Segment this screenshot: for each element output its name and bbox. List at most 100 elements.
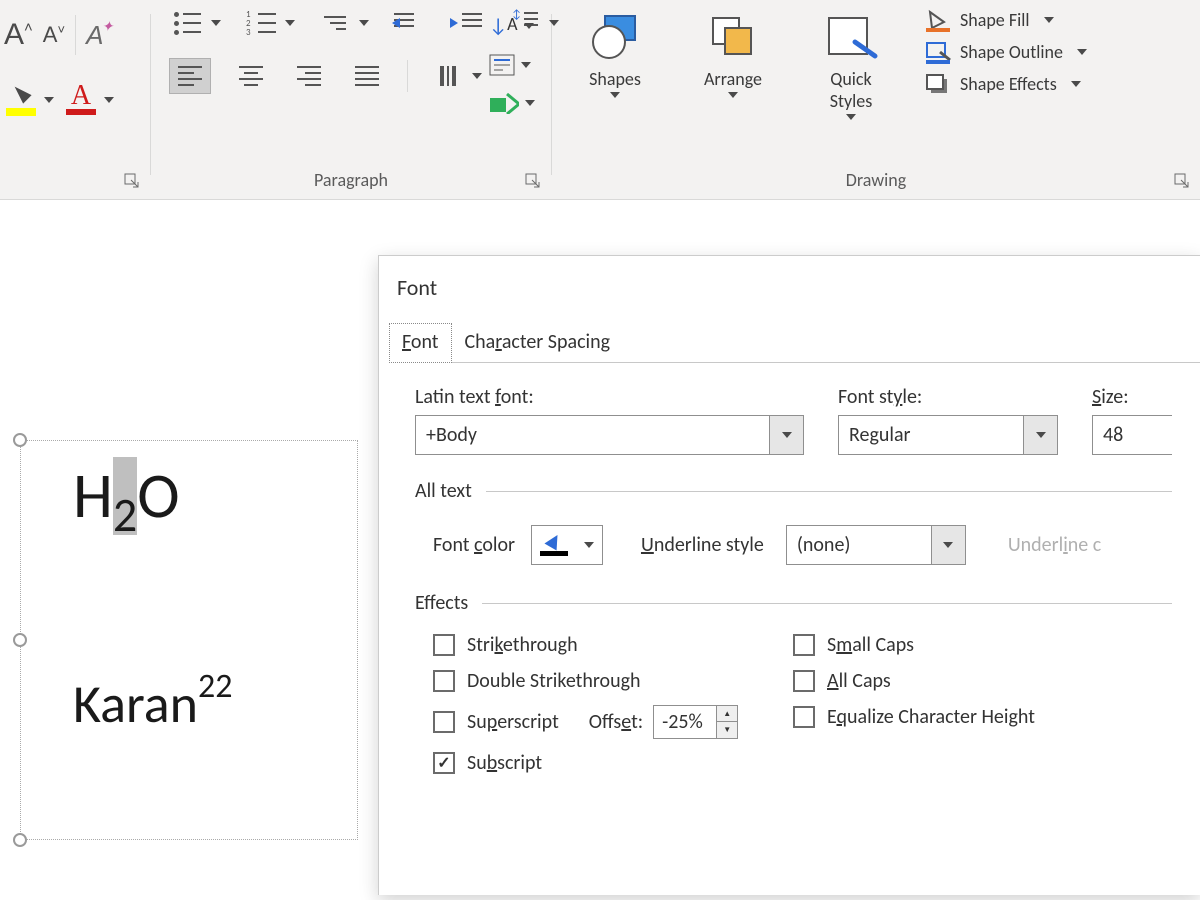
font-style-combo[interactable]: Regular [838, 415, 1058, 455]
shape-fill-icon [924, 8, 952, 32]
superscript-checkbox[interactable]: Superscript Offset: -25% ▲▼ [433, 705, 793, 739]
effects-label: Effects [415, 591, 468, 615]
offset-value: -25% [654, 706, 716, 738]
text-direction-button[interactable]: ↓A [489, 14, 535, 38]
chevron-down-icon [1044, 17, 1054, 23]
slide-text-h2o[interactable]: H2O [73, 457, 180, 535]
text-box[interactable]: H2O Karan22 [20, 440, 358, 840]
all-caps-checkbox[interactable]: All Caps [793, 669, 1035, 693]
shape-outline-button[interactable]: Shape Outline [924, 40, 1087, 64]
chevron-down-icon [211, 20, 221, 26]
clear-formatting-button[interactable]: A✦ [86, 20, 103, 51]
resize-handle[interactable] [13, 833, 27, 847]
chevron-down-icon [104, 97, 114, 103]
resize-handle[interactable] [13, 433, 27, 447]
chevron-down-icon [524, 23, 534, 29]
subscript-checkbox[interactable]: ✓Subscript [433, 751, 793, 775]
spinner-up[interactable]: ▲ [717, 706, 737, 722]
shape-effects-button[interactable]: Shape Effects [924, 72, 1087, 96]
size-spinner[interactable]: 48 [1092, 415, 1172, 455]
paragraph-group-launcher[interactable] [525, 173, 543, 191]
quick-styles-label: QuickStyles [830, 68, 873, 112]
chevron-down-icon [846, 114, 856, 120]
font-color-picker[interactable] [531, 525, 603, 565]
list-levels-button[interactable] [317, 8, 369, 38]
chevron-down-icon [1071, 81, 1081, 87]
chevron-down-icon [521, 62, 531, 68]
chevron-down-icon[interactable] [1023, 416, 1057, 454]
font-style-label: Font style: [838, 385, 1058, 409]
drawing-group-label: Drawing [552, 169, 1200, 191]
columns-button[interactable] [430, 61, 482, 91]
size-label: Size: [1092, 385, 1172, 409]
ribbon-group-drawing: Shapes Arrange [552, 8, 1200, 197]
double-strikethrough-checkbox[interactable]: Double Strikethrough [433, 669, 793, 693]
smartart-icon [489, 92, 519, 114]
chevron-down-icon [44, 97, 54, 103]
increase-indent-button[interactable] [449, 8, 485, 38]
equalize-height-checkbox[interactable]: Equalize Character Height [793, 705, 1035, 729]
resize-handle[interactable] [13, 633, 27, 647]
small-caps-checkbox[interactable]: Small Caps [793, 633, 1035, 657]
ribbon-group-paragraph: 1 2 3 [151, 8, 551, 197]
font-color-label: Font color [433, 533, 515, 557]
ribbon-group-font: A˄ A˅ A✦ A [0, 8, 150, 197]
convert-to-smartart-button[interactable] [489, 92, 535, 114]
decrease-font-size-button[interactable]: A˅ [43, 22, 65, 48]
font-color-a-icon: A [71, 85, 91, 107]
decrease-indent-button[interactable] [391, 8, 427, 38]
tab-font[interactable]: Font [389, 323, 452, 363]
increase-font-size-button[interactable]: A˄ [4, 18, 33, 52]
latin-font-combo[interactable]: +Body [415, 415, 804, 455]
chevron-down-icon[interactable] [769, 416, 803, 454]
chevron-down-icon [472, 73, 482, 79]
text-name: Karan [73, 671, 198, 737]
highlight-bar [6, 108, 36, 116]
shape-outline-icon [924, 40, 952, 64]
arrange-icon [705, 12, 761, 60]
slide-text-karan[interactable]: Karan22 [73, 671, 232, 737]
drawing-group-launcher[interactable] [1174, 173, 1192, 191]
offset-spinner[interactable]: -25% ▲▼ [653, 705, 738, 739]
align-text-button[interactable] [489, 54, 535, 76]
chevron-down-icon [610, 92, 620, 98]
shapes-gallery-button[interactable]: Shapes [570, 8, 660, 98]
quick-styles-icon [823, 12, 879, 60]
strikethrough-checkbox[interactable]: Strikethrough [433, 633, 793, 657]
font-color-bar [66, 109, 96, 115]
shapes-icon [587, 12, 643, 60]
underline-style-value: (none) [787, 533, 931, 557]
numbering-button[interactable]: 1 2 3 [243, 8, 295, 38]
bucket-icon [544, 531, 563, 550]
underline-style-label: Underline style [641, 533, 764, 557]
chevron-down-icon [1077, 49, 1087, 55]
align-right-button[interactable] [291, 61, 327, 91]
paragraph-group-label: Paragraph [151, 169, 551, 191]
highlighter-icon [10, 82, 31, 103]
text-subscript-2: 2 [113, 485, 137, 544]
offset-label: Offset: [589, 710, 643, 734]
font-dialog: Font Font Character Spacing Latin text f… [378, 255, 1200, 895]
quick-styles-button[interactable]: QuickStyles [806, 8, 896, 120]
chevron-down-icon[interactable] [931, 526, 965, 564]
align-center-button[interactable] [233, 61, 269, 91]
text-highlight-color-button[interactable] [4, 84, 54, 116]
shape-fill-button[interactable]: Shape Fill [924, 8, 1087, 32]
underline-style-combo[interactable]: (none) [786, 525, 966, 565]
tab-character-spacing[interactable]: Character Spacing [452, 323, 624, 363]
align-text-icon [489, 54, 515, 76]
justify-button[interactable] [349, 61, 385, 91]
underline-color-label: Underline c [1008, 533, 1101, 557]
align-left-button[interactable] [169, 58, 211, 94]
spinner-down[interactable]: ▼ [717, 722, 737, 738]
all-text-label: All text [415, 479, 472, 503]
font-style-value: Regular [839, 423, 1023, 447]
font-group-launcher[interactable] [124, 173, 142, 191]
font-color-button[interactable]: A [64, 85, 114, 115]
arrange-button[interactable]: Arrange [688, 8, 778, 98]
chevron-down-icon [285, 20, 295, 26]
shape-outline-label: Shape Outline [960, 41, 1063, 63]
bullets-button[interactable] [169, 8, 221, 38]
shape-fill-label: Shape Fill [960, 9, 1030, 31]
shape-effects-label: Shape Effects [960, 73, 1057, 95]
